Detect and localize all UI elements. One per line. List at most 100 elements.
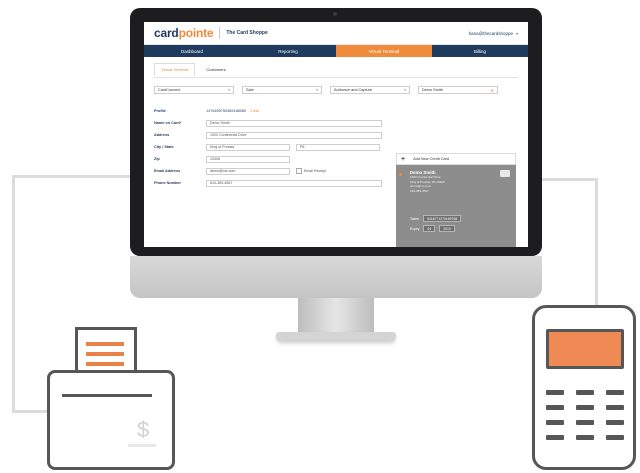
terminal-key [546, 435, 564, 440]
email-receipt-checkbox[interactable]: Email Receipt [296, 168, 326, 174]
phone-label: Phone Number [154, 181, 182, 185]
sub-tabs: Virtual Terminal Customers [154, 63, 518, 76]
zip-field[interactable]: 19406 [206, 155, 290, 163]
name-label: Name on Card* [154, 121, 182, 125]
camera-icon [333, 12, 337, 16]
expiry-row: Expiry 04 2019 [410, 225, 455, 232]
card-phone-line: 610-389-4567 [410, 188, 429, 193]
chevron-down-icon: ▾ [228, 88, 230, 92]
connector-line-left-vertical [12, 175, 15, 412]
transaction-selects: CardConnect ▾ Sale ▾ Authorize and Captu… [154, 86, 518, 94]
name-row: Name on Card* Demo Smith [154, 118, 518, 128]
logo-text-pointe: pointe [178, 26, 214, 40]
terminal-key [606, 435, 624, 440]
email-receipt-label: Email Receipt [304, 169, 327, 173]
city-field[interactable]: King of Prussia [206, 143, 290, 151]
city-state-label: City / State [154, 145, 174, 149]
dollar-underline [128, 444, 156, 447]
monitor-screen: cardpointe The Card Shoppe hana@thecards… [144, 22, 528, 247]
profile-label: Profile [154, 109, 166, 113]
name-on-card-field[interactable]: Demo Smith [206, 119, 382, 127]
token-row: Token 9418771270169768 [410, 215, 462, 222]
checkbox-icon [296, 168, 302, 174]
email-field[interactable]: demo@me.com [206, 167, 290, 175]
zip-label: Zip [154, 157, 160, 161]
monitor-stand-base [276, 332, 396, 342]
profile-value: 1476495750489168080 [206, 109, 247, 113]
add-credit-card-button[interactable]: + Add New Credit Card [396, 153, 516, 165]
chevron-down-icon: ▾ [404, 88, 406, 92]
printer-slot [62, 394, 152, 397]
nav-reporting[interactable]: Reporting [240, 45, 336, 57]
capture-mode-value: Authorize and Capture [334, 88, 372, 92]
expiry-month[interactable]: 04 [423, 225, 436, 232]
add-credit-card-label: Add New Credit Card [413, 157, 449, 161]
logo-text-card: card [154, 26, 179, 40]
profile-clear-link[interactable]: Clear [250, 109, 259, 113]
token-value: 9418771270169768 [423, 215, 462, 222]
customer-select-value: Demo Smith [422, 88, 443, 92]
terminal-screen [546, 329, 624, 369]
chevron-down-icon: ▾ [316, 88, 318, 92]
receipt-line [86, 352, 124, 356]
terminal-key [606, 390, 624, 395]
email-label: Email Address [154, 169, 181, 173]
tabs-divider [154, 77, 518, 78]
address-label: Address [154, 133, 170, 137]
expiry-label: Expiry [410, 226, 420, 231]
chevron-down-icon: ▾ [515, 30, 518, 36]
main-content: Virtual Terminal Customers CardConnect ▾… [144, 57, 528, 247]
address-field[interactable]: 1000 Continental Drive [206, 131, 382, 139]
tab-virtual-terminal[interactable]: Virtual Terminal [154, 63, 196, 76]
terminal-key [606, 405, 624, 410]
state-field[interactable]: PA [296, 143, 380, 151]
customer-select[interactable]: Demo Smith ✕ [418, 86, 498, 94]
clear-icon[interactable]: ✕ [491, 88, 494, 93]
terminal-key [576, 405, 594, 410]
profile-row: Profile 1476495750489168080 Clear [154, 106, 518, 116]
terminal-key [606, 420, 624, 425]
desktop-monitor: cardpointe The Card Shoppe hana@thecards… [130, 8, 542, 298]
monitor-stand-neck [298, 298, 374, 334]
terminal-key [576, 420, 594, 425]
connector-line-right-vertical [595, 178, 598, 306]
address-row: Address 1000 Continental Drive [154, 130, 518, 140]
selected-dot-icon [399, 173, 402, 176]
receipt-printer-icon [47, 370, 175, 470]
receipt-line [86, 342, 124, 346]
user-menu[interactable]: hana@thecardshoppe ▾ [469, 31, 518, 36]
receipt-line [86, 362, 124, 366]
main-nav: Dashboard Reporting Virtual Terminal Bil… [144, 45, 528, 57]
monitor-bezel: cardpointe The Card Shoppe hana@thecards… [130, 8, 542, 256]
credit-card-panel: + Add New Credit Card Demo Smith 1000 Co… [396, 153, 516, 247]
plus-icon: + [401, 155, 406, 163]
connector-line-right-top [541, 178, 598, 181]
merchant-select[interactable]: CardConnect ▾ [154, 86, 234, 94]
terminal-key [576, 390, 594, 395]
expiry-year[interactable]: 2019 [439, 225, 455, 232]
merchant-select-value: CardConnect [158, 88, 181, 92]
app-header: cardpointe The Card Shoppe hana@thecards… [144, 22, 528, 45]
nav-billing[interactable]: Billing [432, 45, 528, 57]
terminal-key [576, 435, 594, 440]
connector-line-left-bottom [12, 410, 48, 413]
tab-customers[interactable]: Customers [199, 63, 232, 76]
transaction-type-select[interactable]: Sale ▾ [242, 86, 322, 94]
nav-dashboard[interactable]: Dashboard [144, 45, 240, 57]
connector-line-left-top [12, 175, 132, 178]
token-label: Token [410, 216, 420, 221]
transaction-type-value: Sale [246, 88, 254, 92]
cardpointe-logo[interactable]: cardpointe [154, 26, 214, 40]
city-state-row: City / State King of Prussia PA [154, 142, 518, 152]
phone-field[interactable]: 610-389-4567 [206, 179, 382, 187]
user-email: hana@thecardshoppe [468, 30, 513, 36]
header-divider [219, 27, 221, 39]
capture-mode-select[interactable]: Authorize and Capture ▾ [330, 86, 410, 94]
credit-card-icon [500, 170, 510, 177]
terminal-key [546, 420, 564, 425]
saved-card[interactable]: Demo Smith 1000 Continental Drive King o… [396, 165, 516, 247]
merchant-name: The Card Shoppe [226, 30, 268, 36]
nav-virtual-terminal[interactable]: Virtual Terminal [336, 45, 432, 57]
dollar-icon: $ [137, 417, 150, 442]
terminal-key [546, 405, 564, 410]
